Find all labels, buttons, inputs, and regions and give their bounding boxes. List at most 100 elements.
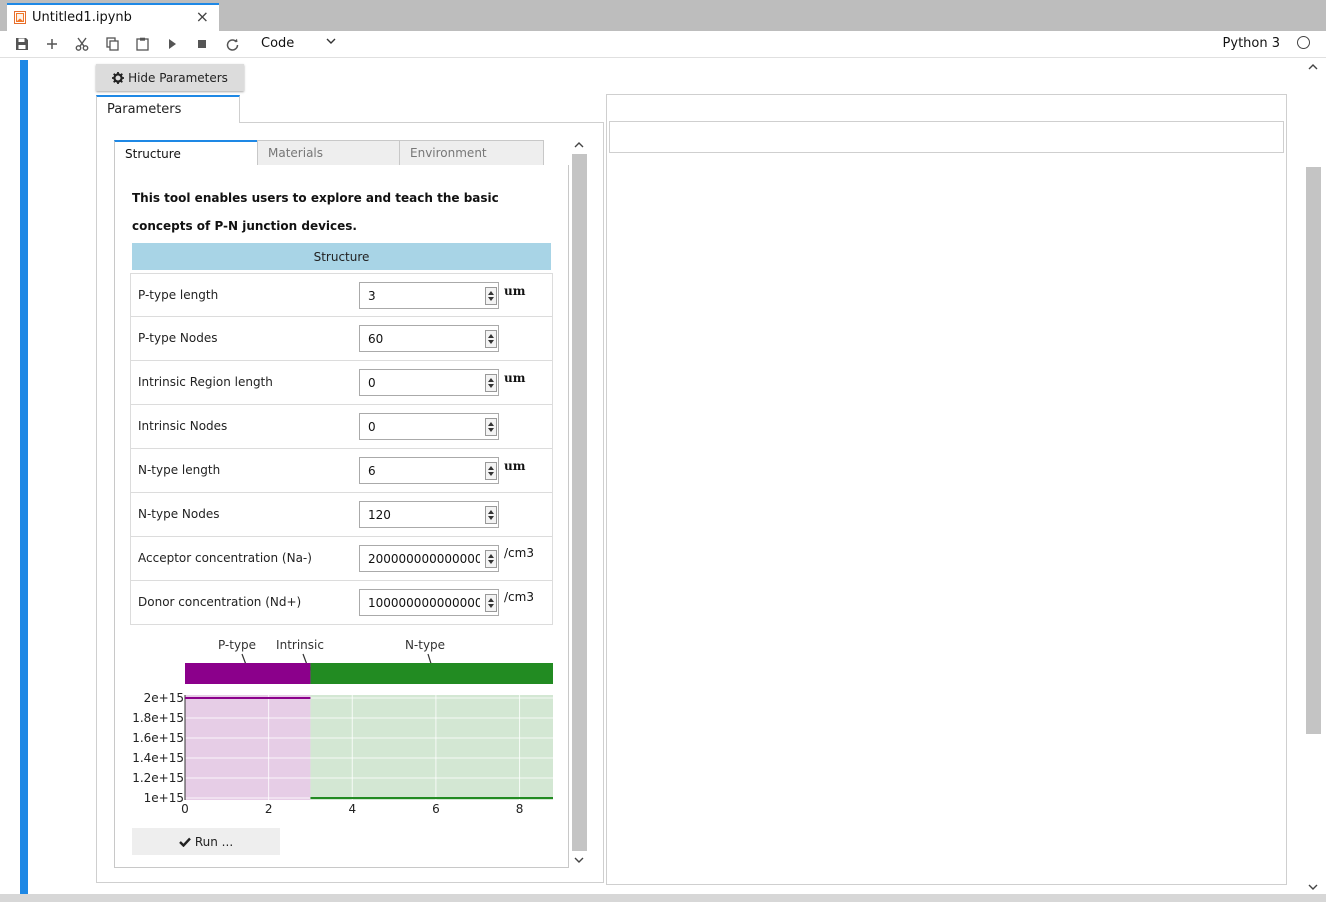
param-row-acceptor: Acceptor concentration (Na-) 20000000000… [130, 537, 553, 581]
notebook-toolbar: Code Python 3 [0, 31, 1326, 58]
section-header: Structure [132, 243, 551, 270]
param-label: Acceptor concentration (Na-) [138, 551, 312, 565]
scroll-down-icon[interactable] [1308, 883, 1318, 891]
param-row-intrinsic-nodes: Intrinsic Nodes 0 [130, 405, 553, 449]
intrinsic-nodes-input[interactable]: 0 [359, 413, 499, 440]
save-icon[interactable] [12, 35, 32, 53]
intro-text: This tool enables users to explore and t… [132, 191, 499, 233]
param-label: P-type Nodes [138, 331, 218, 345]
kernel-name[interactable]: Python 3 [1223, 36, 1280, 51]
spinner-icon[interactable] [485, 550, 497, 568]
bar-label: Intrinsic [276, 638, 324, 652]
donor-concentration-input[interactable]: 1000000000000000 [359, 589, 499, 616]
param-value: 3 [368, 289, 376, 303]
hide-parameters-label: Hide Parameters [128, 70, 228, 85]
param-label: Intrinsic Nodes [138, 419, 228, 433]
tab-parameters[interactable]: Parameters [96, 95, 240, 123]
param-value: 120 [368, 508, 391, 522]
copy-icon[interactable] [102, 35, 122, 53]
cell-type-select[interactable]: Code [261, 36, 294, 51]
y-tick-label: 2e+15 [144, 691, 184, 705]
close-icon[interactable]: × [196, 7, 209, 26]
notebook-tab-title: Untitled1.ipynb [32, 10, 132, 25]
notebook-tab[interactable]: Untitled1.ipynb × [7, 3, 219, 31]
param-value: 0 [368, 420, 376, 434]
chevron-down-icon[interactable] [324, 34, 338, 48]
notebook-scrollbar[interactable] [1305, 60, 1322, 894]
gear-icon [112, 71, 125, 84]
param-row-intrinsic-length: Intrinsic Region length 0 um [130, 361, 553, 405]
region-shade-n-type [310, 695, 553, 800]
scroll-down-icon[interactable] [574, 856, 584, 864]
spinner-icon[interactable] [485, 418, 497, 436]
y-tick-label: 1.8e+15 [132, 711, 184, 725]
spinner-icon[interactable] [485, 506, 497, 524]
active-cell-indicator [20, 60, 28, 894]
scroll-up-icon[interactable] [1308, 63, 1318, 71]
bar-label: N-type [405, 638, 445, 652]
document-tab-bar: Untitled1.ipynb × [0, 0, 1326, 31]
output-area [609, 121, 1284, 153]
x-tick-label: 4 [348, 802, 356, 816]
p-type-nodes-input[interactable]: 60 [359, 325, 499, 352]
restart-icon[interactable] [222, 35, 242, 53]
param-value: 0 [368, 376, 376, 390]
n-type-length-input[interactable]: 6 [359, 457, 499, 484]
spinner-icon[interactable] [485, 462, 497, 480]
param-label: Donor concentration (Nd+) [138, 595, 302, 609]
run-button[interactable]: Run ... [132, 828, 280, 855]
spinner-icon[interactable] [485, 287, 497, 305]
bar-label: P-type [218, 638, 256, 652]
param-value: 2000000000000000 [368, 552, 480, 566]
y-tick-label: 1.6e+15 [132, 731, 184, 745]
scrollbar-thumb[interactable] [1306, 167, 1321, 734]
stop-icon[interactable] [192, 35, 212, 53]
param-unit: /cm3 [504, 546, 534, 560]
acceptor-concentration-input[interactable]: 2000000000000000 [359, 545, 499, 572]
notebook-icon [14, 11, 26, 24]
y-tick-label: 1.4e+15 [132, 751, 184, 765]
param-label: N-type Nodes [138, 507, 220, 521]
hide-parameters-button[interactable]: Hide Parameters [96, 64, 244, 91]
run-label: Run ... [194, 834, 234, 849]
param-unit: um [504, 459, 526, 473]
param-value: 1000000000000000 [368, 596, 480, 610]
spinner-icon[interactable] [485, 374, 497, 392]
scroll-up-icon[interactable] [574, 141, 584, 149]
n-type-nodes-input[interactable]: 120 [359, 501, 499, 528]
param-row-p-type-length: P-type length 3 um [130, 273, 553, 317]
region-shade-p-type [185, 695, 311, 800]
y-tick-label: 1.2e+15 [132, 771, 184, 785]
y-tick-label: 1e+15 [144, 791, 184, 805]
x-tick-label: 0 [181, 802, 189, 816]
param-label: P-type length [138, 288, 219, 302]
tab-materials[interactable]: Materials [257, 140, 400, 166]
intrinsic-length-input[interactable]: 0 [359, 369, 499, 396]
tab-environment[interactable]: Environment [399, 140, 544, 166]
param-row-n-type-nodes: N-type Nodes 120 [130, 493, 553, 537]
cut-icon[interactable] [72, 35, 92, 53]
add-cell-icon[interactable] [42, 35, 62, 53]
scrollbar-thumb[interactable] [572, 154, 587, 851]
param-value: 60 [368, 332, 384, 346]
param-value: 6 [368, 464, 376, 478]
check-icon [179, 837, 191, 847]
output-panel [606, 94, 1287, 885]
x-tick-label: 8 [516, 802, 524, 816]
spinner-icon[interactable] [485, 330, 497, 348]
p-type-length-input[interactable]: 3 [359, 282, 499, 309]
tab-structure[interactable]: Structure [114, 140, 258, 167]
x-tick-label: 2 [265, 802, 273, 816]
param-row-p-type-nodes: P-type Nodes 60 [130, 317, 553, 361]
parameters-scrollbar[interactable] [571, 138, 588, 867]
param-unit: um [504, 371, 526, 385]
run-icon[interactable] [162, 35, 182, 53]
region-bar-n-type [310, 663, 553, 684]
parameter-table: P-type length 3 um P-type Nodes 60 Intri… [130, 273, 553, 625]
spinner-icon[interactable] [485, 594, 497, 612]
region-bar-p-type [185, 663, 311, 684]
param-row-n-type-length: N-type length 6 um [130, 449, 553, 493]
param-unit: /cm3 [504, 590, 534, 604]
paste-icon[interactable] [132, 35, 152, 53]
doping-chart: P-type Intrinsic N-type 2e+15 1.8e+15 1.6e+1… [132, 638, 553, 816]
